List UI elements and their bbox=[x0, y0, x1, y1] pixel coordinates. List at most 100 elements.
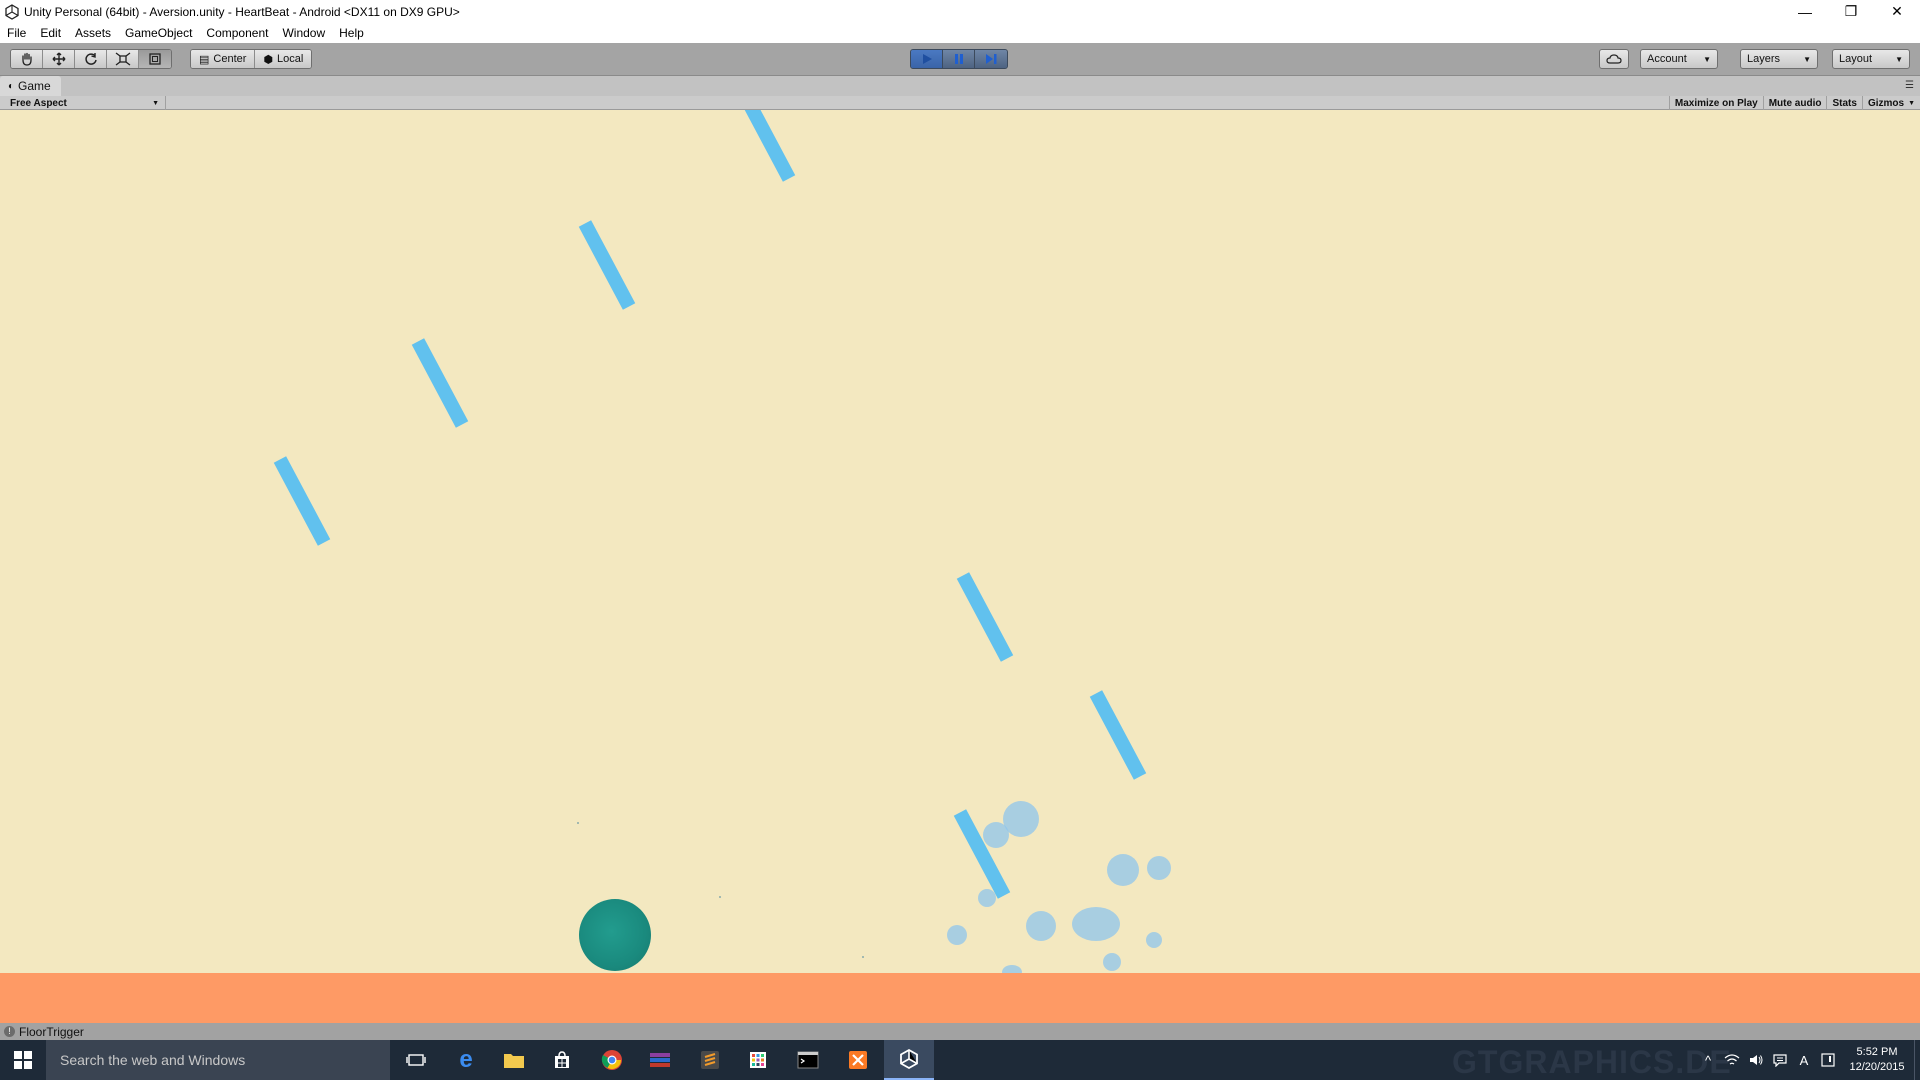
menu-help[interactable]: Help bbox=[332, 26, 371, 40]
clock-time: 5:52 PM bbox=[1856, 1046, 1898, 1058]
pause-button[interactable] bbox=[943, 50, 975, 68]
windows-logo-icon bbox=[14, 1051, 32, 1069]
pivot-label: Center bbox=[213, 53, 247, 65]
tab-game[interactable]: ◐ Game bbox=[0, 76, 61, 96]
rect-tool-button[interactable] bbox=[139, 50, 171, 68]
particle bbox=[1147, 856, 1171, 880]
show-desktop-button[interactable] bbox=[1914, 1040, 1920, 1080]
command-prompt-button[interactable] bbox=[784, 1040, 832, 1080]
status-message[interactable]: FloorTrigger bbox=[19, 1025, 84, 1039]
aspect-label: Free Aspect bbox=[10, 97, 67, 109]
panel-menu-icon[interactable]: ☰ bbox=[1905, 80, 1914, 91]
dropdown-arrow-icon: ▼ bbox=[1895, 54, 1903, 64]
account-label: Account bbox=[1647, 53, 1687, 65]
start-button[interactable] bbox=[0, 1040, 46, 1080]
obstacle-bar bbox=[411, 338, 469, 428]
cloud-button[interactable] bbox=[1599, 49, 1629, 69]
menu-component[interactable]: Component bbox=[199, 26, 275, 40]
edge-browser-button[interactable]: e bbox=[442, 1040, 490, 1080]
restore-button[interactable]: ❐ bbox=[1828, 0, 1874, 23]
step-button[interactable] bbox=[975, 50, 1007, 68]
menu-window[interactable]: Window bbox=[275, 26, 332, 40]
step-icon bbox=[986, 54, 997, 64]
folder-icon bbox=[504, 1054, 524, 1068]
network-icon[interactable] bbox=[1720, 1040, 1744, 1080]
main-toolbar: ▤ Center ⬢ Local Account ▼ Layers ▼ Layo… bbox=[0, 43, 1920, 76]
floor bbox=[0, 973, 1920, 1023]
game-controller-icon: ◐ bbox=[8, 80, 15, 92]
rotate-icon bbox=[84, 53, 97, 65]
particle bbox=[1103, 953, 1121, 971]
chevron-up-icon[interactable]: ^ bbox=[1696, 1040, 1720, 1080]
cloud-icon bbox=[1606, 54, 1622, 64]
minimize-button[interactable]: — bbox=[1782, 0, 1828, 23]
move-tool-button[interactable] bbox=[43, 50, 75, 68]
watermark: GTGRAPHICS.DE bbox=[1452, 1044, 1732, 1080]
unity-logo-icon bbox=[5, 3, 19, 20]
stats-toggle[interactable]: Stats bbox=[1826, 96, 1861, 110]
rotate-tool-button[interactable] bbox=[75, 50, 107, 68]
particle bbox=[1026, 911, 1056, 941]
scale-icon bbox=[115, 52, 130, 66]
game-view[interactable] bbox=[0, 110, 1920, 1023]
local-space-icon: ⬢ bbox=[263, 53, 274, 66]
status-bar: ! FloorTrigger bbox=[0, 1023, 1920, 1040]
volume-icon[interactable] bbox=[1744, 1040, 1768, 1080]
system-tray: ^ A 5:52 PM 12/20/2015 bbox=[1696, 1040, 1920, 1080]
particle bbox=[1107, 854, 1139, 886]
hand-icon bbox=[21, 52, 32, 66]
pivot-space-button[interactable]: ⬢ Local bbox=[255, 50, 312, 68]
close-button[interactable]: ✕ bbox=[1874, 0, 1920, 23]
hand-tool-button[interactable] bbox=[11, 50, 43, 68]
winrar-button[interactable] bbox=[636, 1040, 684, 1080]
aspect-dropdown[interactable]: Free Aspect ▼ bbox=[4, 96, 166, 110]
notification-icon[interactable] bbox=[1816, 1040, 1840, 1080]
clock[interactable]: 5:52 PM 12/20/2015 bbox=[1840, 1045, 1914, 1075]
sublime-button[interactable] bbox=[686, 1040, 734, 1080]
menu-gameobject[interactable]: GameObject bbox=[118, 26, 199, 40]
taskbar: Search the web and Windows e GTGRAPHICS.… bbox=[0, 1040, 1920, 1080]
input-language[interactable]: A bbox=[1792, 1040, 1816, 1080]
particle bbox=[1146, 932, 1162, 948]
sublime-icon bbox=[701, 1051, 719, 1069]
dropdown-arrow-icon: ▼ bbox=[1703, 54, 1711, 64]
scale-tool-button[interactable] bbox=[107, 50, 139, 68]
layout-dropdown[interactable]: Layout ▼ bbox=[1832, 49, 1910, 69]
unity-logo-icon bbox=[900, 1048, 918, 1070]
tab-game-label: Game bbox=[18, 79, 51, 93]
playback-controls bbox=[910, 49, 1008, 69]
store-button[interactable] bbox=[538, 1040, 586, 1080]
chrome-icon bbox=[601, 1050, 622, 1070]
taskbar-search-input[interactable]: Search the web and Windows bbox=[46, 1040, 390, 1080]
mute-audio-toggle[interactable]: Mute audio bbox=[1762, 96, 1827, 110]
chrome-button[interactable] bbox=[588, 1040, 636, 1080]
menu-assets[interactable]: Assets bbox=[68, 26, 118, 40]
maximize-on-play-toggle[interactable]: Maximize on Play bbox=[1668, 96, 1763, 110]
task-view-button[interactable] bbox=[392, 1040, 440, 1080]
particle bbox=[983, 822, 1009, 848]
player-ball bbox=[579, 899, 651, 971]
menu-edit[interactable]: Edit bbox=[33, 26, 68, 40]
app-grid-icon bbox=[750, 1052, 766, 1068]
menu-bar: File Edit Assets GameObject Component Wi… bbox=[0, 23, 1920, 43]
info-icon: ! bbox=[4, 1026, 15, 1037]
file-explorer-button[interactable] bbox=[490, 1040, 538, 1080]
app-grid-button[interactable] bbox=[734, 1040, 782, 1080]
play-button[interactable] bbox=[911, 50, 943, 68]
gizmos-dropdown[interactable]: Gizmos ▼ bbox=[1861, 96, 1920, 110]
obstacle-bar bbox=[273, 456, 331, 546]
obstacle-bar bbox=[956, 572, 1014, 662]
particle bbox=[947, 925, 967, 945]
dropdown-arrow-icon: ▼ bbox=[1803, 54, 1811, 64]
menu-file[interactable]: File bbox=[0, 26, 33, 40]
pivot-icon: ▤ bbox=[199, 53, 210, 66]
unity-taskbar-button[interactable] bbox=[884, 1040, 934, 1080]
edge-icon: e bbox=[459, 1046, 473, 1073]
xampp-button[interactable] bbox=[834, 1040, 882, 1080]
window-title: Unity Personal (64bit) - Aversion.unity … bbox=[24, 4, 460, 19]
layers-dropdown[interactable]: Layers ▼ bbox=[1740, 49, 1818, 69]
pivot-mode-button[interactable]: ▤ Center bbox=[191, 50, 256, 68]
account-dropdown[interactable]: Account ▼ bbox=[1640, 49, 1718, 69]
pause-icon bbox=[954, 54, 963, 64]
action-center-icon[interactable] bbox=[1768, 1040, 1792, 1080]
